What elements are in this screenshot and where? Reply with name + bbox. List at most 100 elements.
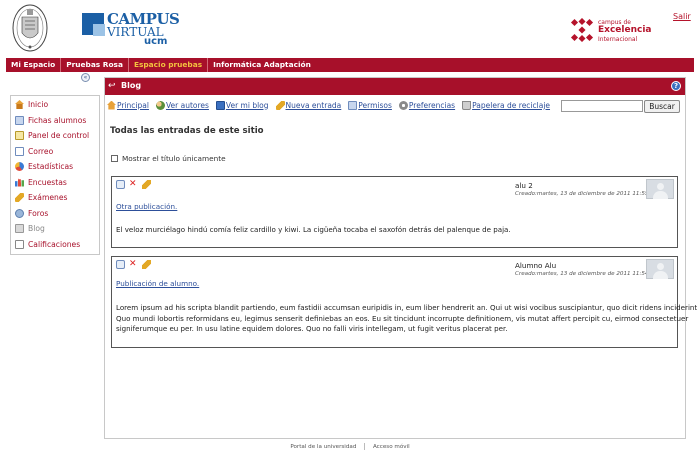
sidebar-item-calificaciones[interactable]: Calificaciones xyxy=(15,239,80,250)
footer-link-portal[interactable]: Portal de la universidad xyxy=(290,444,356,450)
blog-toolbar: Principal Ver autores Ver mi blog Nueva … xyxy=(107,99,557,111)
chat-icon xyxy=(15,208,24,218)
entry-body: El veloz murciélago hindú comía feliz ca… xyxy=(116,225,511,234)
sidebar-item-fichas-alumnos[interactable]: Fichas alumnos xyxy=(15,115,86,126)
comment-icon[interactable] xyxy=(116,260,125,269)
nav-tab-informatica-adaptacion[interactable]: Informática Adaptación xyxy=(208,58,316,72)
comment-icon[interactable] xyxy=(116,180,125,189)
entry-title-link[interactable]: Otra publicación. xyxy=(116,202,177,211)
title-only-label: Mostrar el título únicamente xyxy=(122,154,226,163)
cei-text-excelencia: Excelencia xyxy=(598,25,652,35)
sidebar-item-inicio[interactable]: Inicio xyxy=(15,99,48,110)
page-header: CAMPUS VIRTUAL ucm campus de Excelencia … xyxy=(0,0,700,58)
search-input[interactable] xyxy=(561,100,643,112)
sidebar-item-label: Estadísticas xyxy=(28,162,74,171)
logout-link[interactable]: Salir xyxy=(673,12,691,21)
sidebar-item-label: Fichas alumnos xyxy=(28,115,87,125)
pencil-icon xyxy=(15,193,24,202)
back-arrow-icon[interactable]: ↩ xyxy=(108,81,118,91)
blog-title: Blog xyxy=(121,81,142,90)
entry-author: alu 2 xyxy=(515,181,533,190)
blog-panel: ↩ Blog ? Principal Ver autores Ver mi bl… xyxy=(104,77,700,439)
cards-icon xyxy=(15,115,24,125)
nav-tab-espacio-pruebas[interactable]: Espacio pruebas xyxy=(129,58,209,72)
trash-icon xyxy=(462,100,472,110)
toolbar-label: Ver mi blog xyxy=(225,100,269,110)
sidebar-item-label: Exámenes xyxy=(28,193,68,202)
sidebar-item-examenes[interactable]: Exámenes xyxy=(15,192,67,203)
entry-author: Alumno Alu xyxy=(515,261,557,270)
title-only-checkbox[interactable] xyxy=(111,155,118,162)
authors-icon xyxy=(155,100,165,110)
cei-logo: campus de Excelencia Internacional xyxy=(570,18,660,46)
entry-date: Creado:martes, 13 de diciembre de 2011 1… xyxy=(515,271,658,277)
toolbar-label: Preferencias xyxy=(408,100,456,110)
toolbar-nueva-entrada[interactable]: Nueva entrada xyxy=(275,100,342,110)
grades-icon xyxy=(15,239,24,249)
campus-virtual-logo: CAMPUS VIRTUAL ucm xyxy=(82,10,182,47)
sidebar-item-encuestas[interactable]: Encuestas xyxy=(15,177,67,188)
avatar-body-icon xyxy=(653,271,668,279)
entry-body-line: Lorem ipsum ad his scripta blandit parti… xyxy=(116,303,700,312)
blog-entry: ✕ alu 2 Creado:martes, 13 de diciembre d… xyxy=(111,176,678,248)
sidebar-item-panel-de-control[interactable]: Panel de control xyxy=(15,130,89,141)
sidebar-item-label: Encuestas xyxy=(28,177,67,187)
sidebar-item-label: Calificaciones xyxy=(28,239,81,249)
toolbar-label: Principal xyxy=(117,100,149,110)
nav-tab-pruebas-rosa[interactable]: Pruebas Rosa xyxy=(61,58,129,72)
permissions-icon xyxy=(348,100,358,110)
nav-tab-mi-espacio[interactable]: Mi Espacio xyxy=(6,58,62,72)
edit-icon[interactable] xyxy=(142,180,151,189)
sidebar-item-estadisticas[interactable]: Estadísticas xyxy=(15,161,73,172)
gear-icon xyxy=(398,100,408,110)
collapse-sidebar-button[interactable]: « xyxy=(81,73,90,82)
avatar-head-icon xyxy=(657,183,664,190)
entry-date: Creado:martes, 13 de diciembre de 2011 1… xyxy=(515,191,658,197)
avatar-head-icon xyxy=(657,263,664,270)
sidebar-item-label: Correo xyxy=(28,146,54,156)
book-icon xyxy=(215,100,225,110)
blog-entry: ✕ Alumno Alu Creado:martes, 13 de diciem… xyxy=(111,256,700,348)
bar-chart-icon xyxy=(15,177,24,187)
toolbar-permisos[interactable]: Permisos xyxy=(348,100,392,110)
entry-title-link[interactable]: Publicación de alumno. xyxy=(116,279,199,288)
cei-text-internacional: Internacional xyxy=(598,36,638,43)
entry-body-line: Quo mundi lobortis reformidans eu, legim… xyxy=(116,313,689,323)
logo-text-ucm: ucm xyxy=(144,36,168,47)
toolbar-ver-autores[interactable]: Ver autores xyxy=(155,100,209,110)
toolbar-label: Ver autores xyxy=(165,100,209,110)
footer-separator xyxy=(364,443,366,450)
sidebar-item-blog[interactable]: Blog xyxy=(15,223,45,234)
pie-chart-icon xyxy=(15,162,24,171)
sidebar-item-foros[interactable]: Foros xyxy=(15,208,48,219)
sidebar-item-correo[interactable]: Correo xyxy=(15,146,53,157)
title-only-option: Mostrar el título únicamente xyxy=(111,154,226,163)
home-icon xyxy=(107,100,116,110)
top-navigation: Mi Espacio Pruebas Rosa Espacio pruebas … xyxy=(6,58,694,72)
ucm-seal-logo xyxy=(12,4,48,52)
avatar xyxy=(646,259,674,279)
edit-icon[interactable] xyxy=(142,260,151,269)
entry-body-line: signiferumque eu per. In usu latine equi… xyxy=(116,324,508,333)
entry-actions: ✕ xyxy=(116,260,155,269)
sidebar-item-label: Panel de control xyxy=(28,131,90,140)
blog-title-bar: ↩ Blog ? xyxy=(105,78,685,95)
help-icon[interactable]: ? xyxy=(671,81,681,91)
toolbar-label: Permisos xyxy=(358,100,392,110)
logo-square-light-icon xyxy=(93,24,105,36)
toolbar-ver-mi-blog[interactable]: Ver mi blog xyxy=(215,100,269,110)
page-footer: Portal de la universidad Acceso móvil xyxy=(0,443,700,455)
search-button[interactable]: Buscar xyxy=(644,100,680,113)
toolbar-papelera[interactable]: Papelera de reciclaje xyxy=(462,100,550,110)
sidebar-item-label: Blog xyxy=(28,224,45,233)
delete-icon[interactable]: ✕ xyxy=(129,260,138,269)
toolbar-preferencias[interactable]: Preferencias xyxy=(398,100,456,110)
avatar-body-icon xyxy=(653,191,668,199)
footer-link-mobile[interactable]: Acceso móvil xyxy=(373,444,410,450)
cei-mark-icon xyxy=(570,18,594,42)
toolbar-principal[interactable]: Principal xyxy=(107,100,149,110)
toolbar-label: Nueva entrada xyxy=(285,100,342,110)
blog-icon xyxy=(15,224,24,233)
entry-actions: ✕ xyxy=(116,180,155,189)
delete-icon[interactable]: ✕ xyxy=(129,180,138,189)
